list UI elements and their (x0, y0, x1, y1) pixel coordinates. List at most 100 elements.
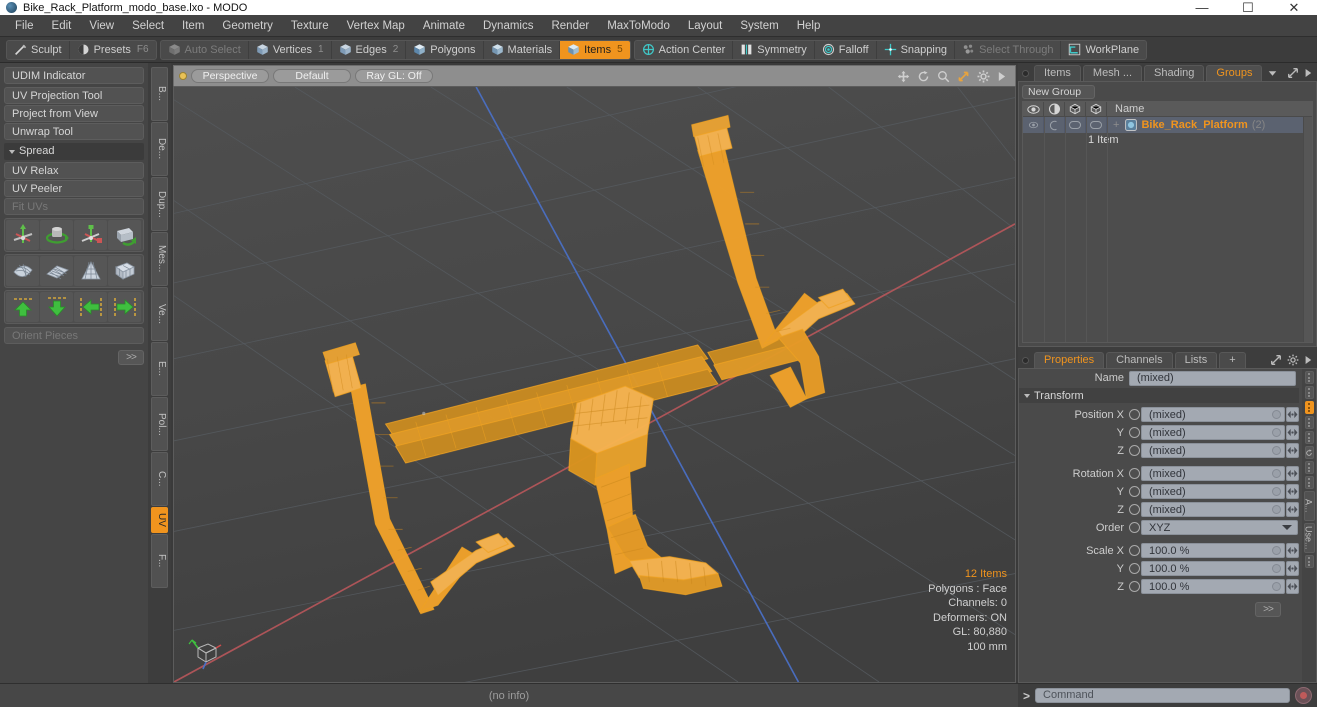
property-value-field[interactable]: (mixed) (1141, 425, 1285, 440)
tab-properties[interactable]: Properties (1034, 352, 1105, 368)
left-vtab-6[interactable]: Pol... (151, 397, 168, 451)
property-value-field[interactable]: (mixed) (1141, 502, 1285, 517)
property-stepper-arrows[interactable] (1286, 484, 1299, 499)
tab-lists[interactable]: Lists (1174, 352, 1218, 368)
panel-grip-handle-6[interactable] (1304, 461, 1314, 474)
panel-grip-handle-2[interactable] (1304, 401, 1314, 414)
tab-shading[interactable]: Shading (1144, 65, 1205, 81)
menu-item-vertex-map[interactable]: Vertex Map (338, 15, 414, 37)
uv-box-map-icon[interactable] (108, 256, 141, 286)
property-value-field[interactable]: (mixed) (1141, 407, 1285, 422)
property-value-field[interactable]: XYZ (1141, 520, 1298, 535)
toolbar-button-symmetry[interactable]: Symmetry (733, 40, 815, 59)
viewport-3d[interactable]: 12 Items Polygons : Face Channels: 0 Def… (173, 86, 1016, 683)
uv-grid-map-icon[interactable] (40, 256, 73, 286)
tool-orient-pieces[interactable]: Orient Pieces (4, 327, 144, 344)
visibility-eye-icon[interactable] (1023, 101, 1044, 117)
property-value-field[interactable]: (mixed) (1141, 484, 1285, 499)
transform-section-header[interactable]: Transform (1019, 388, 1299, 403)
tab-[interactable]: + (1219, 352, 1246, 368)
property-channel-toggle[interactable] (1129, 409, 1140, 420)
property-channel-toggle[interactable] (1129, 581, 1140, 592)
property-channel-toggle[interactable] (1129, 504, 1140, 515)
record-icon[interactable] (1295, 687, 1312, 704)
command-input[interactable]: Command (1035, 688, 1290, 703)
move-icon[interactable] (897, 70, 910, 83)
name-field[interactable]: (mixed) (1129, 370, 1296, 386)
refresh-icon[interactable] (1304, 446, 1314, 459)
minimize-button[interactable]: — (1179, 0, 1225, 15)
property-channel-toggle[interactable] (1129, 486, 1140, 497)
tab-channels[interactable]: Channels (1106, 352, 1173, 368)
panel-grip-handle-10[interactable] (1304, 555, 1314, 568)
left-vtab-1[interactable]: De... (151, 122, 168, 176)
left-vtab-7[interactable]: C... (151, 452, 168, 506)
panel-grip-handle-4[interactable] (1304, 431, 1314, 444)
property-knob[interactable] (1272, 469, 1281, 478)
property-knob[interactable] (1272, 428, 1281, 437)
align-left-icon[interactable] (74, 292, 107, 322)
new-group-button[interactable]: New Group (1022, 85, 1095, 99)
toolbar-button-select-through[interactable]: Select Through (955, 40, 1062, 59)
toolbar-button-edges[interactable]: Edges 2 (332, 40, 407, 59)
toolbar-button-falloff[interactable]: Falloff (815, 40, 877, 59)
properties-menu-dot-icon[interactable] (1022, 357, 1029, 364)
panel-grip-handle-3[interactable] (1304, 416, 1314, 429)
menu-item-item[interactable]: Item (173, 15, 213, 37)
tool-uv-relax[interactable]: UV Relax (4, 162, 144, 179)
chevron-right-icon[interactable] (1304, 68, 1312, 78)
toolbar-button-snapping[interactable]: Snapping (877, 40, 956, 59)
viewport-menu-dot-icon[interactable] (179, 72, 187, 80)
uv-rotate-gizmo-icon[interactable] (40, 220, 73, 250)
menu-item-edit[interactable]: Edit (43, 15, 81, 37)
tool-uv-peeler[interactable]: UV Peeler (4, 180, 144, 197)
property-knob[interactable] (1272, 446, 1281, 455)
toolbar-button-workplane[interactable]: WorkPlane (1061, 41, 1146, 59)
chevron-right-icon[interactable] (1304, 355, 1312, 365)
menu-item-render[interactable]: Render (542, 15, 598, 37)
shading-icon[interactable] (1044, 101, 1065, 117)
property-channel-toggle[interactable] (1129, 427, 1140, 438)
align-down-icon[interactable] (40, 292, 73, 322)
left-vtab-4[interactable]: Ve... (151, 287, 168, 341)
property-value-field[interactable]: 100.0 % (1141, 561, 1285, 576)
menu-item-maxtomodo[interactable]: MaxToModo (598, 15, 679, 37)
property-value-field[interactable]: 100.0 % (1141, 543, 1285, 558)
property-stepper-arrows[interactable] (1286, 543, 1299, 558)
chevron-right-icon[interactable] (997, 71, 1006, 82)
menu-item-help[interactable]: Help (788, 15, 830, 37)
rotate-icon[interactable] (917, 70, 930, 83)
fit-icon[interactable] (957, 70, 970, 83)
uv-cone-map-icon[interactable] (74, 256, 107, 286)
property-knob[interactable] (1272, 487, 1281, 496)
viewport-raygl-toggle[interactable]: Ray GL: Off (355, 69, 433, 83)
left-vtab-8[interactable]: UV (151, 507, 168, 533)
expand-icon[interactable] (1270, 354, 1282, 366)
property-knob[interactable] (1272, 410, 1281, 419)
property-knob[interactable] (1272, 546, 1281, 555)
property-channel-toggle[interactable] (1129, 522, 1140, 533)
left-vtab-5[interactable]: E... (151, 342, 168, 396)
panel-menu-dot-icon[interactable] (1022, 70, 1029, 77)
menu-item-select[interactable]: Select (123, 15, 173, 37)
section-spread[interactable]: Spread (4, 143, 144, 160)
wireframe-icon[interactable] (1065, 101, 1086, 117)
property-channel-toggle[interactable] (1129, 563, 1140, 574)
tab-groups[interactable]: Groups (1206, 65, 1263, 81)
menu-item-texture[interactable]: Texture (282, 15, 338, 37)
render-icon[interactable] (1086, 101, 1107, 117)
toolbar-button-items[interactable]: Items 5 (560, 40, 630, 59)
close-button[interactable]: ✕ (1271, 0, 1317, 15)
panel-grip-handle-0[interactable] (1304, 371, 1314, 384)
menu-item-view[interactable]: View (80, 15, 123, 37)
align-right-icon[interactable] (108, 292, 141, 322)
property-channel-toggle[interactable] (1129, 468, 1140, 479)
toolbar-button-vertices[interactable]: Vertices 1 (249, 40, 332, 59)
maximize-button[interactable]: ☐ (1225, 0, 1271, 15)
axis-gizmo-icon[interactable] (186, 632, 226, 672)
menu-item-layout[interactable]: Layout (679, 15, 732, 37)
left-vtab-3[interactable]: Mes... (151, 232, 168, 286)
expand-icon[interactable] (1287, 67, 1299, 79)
toolbar-button-action-center[interactable]: Action Center (635, 40, 734, 59)
property-stepper-arrows[interactable] (1286, 561, 1299, 576)
